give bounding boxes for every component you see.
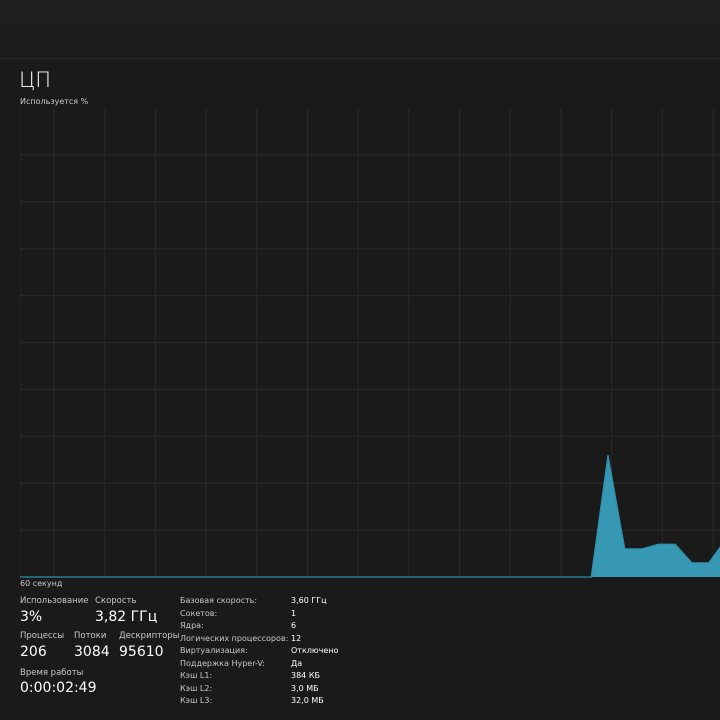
detail-key: Кэш L3: [180, 696, 213, 705]
detail-value: 384 КБ [291, 671, 320, 680]
detail-key: Базовая скорость: [180, 596, 258, 605]
threads-label: Потоки [74, 631, 107, 641]
handles-value: 95610 [119, 644, 164, 660]
graph-x-label: 60 секунд [20, 579, 63, 588]
detail-value: 3,60 ГГц [291, 596, 327, 605]
speed-value: 3,82 ГГц [95, 609, 158, 625]
cpu-usage-graph [20, 108, 720, 578]
threads-value: 3084 [74, 644, 110, 660]
detail-key: Кэш L2: [180, 683, 213, 693]
detail-value: 32,0 МБ [291, 696, 324, 705]
detail-value: 1 [291, 608, 297, 618]
detail-key: Поддержка Hyper-V: [180, 658, 265, 668]
toolbar [0, 23, 720, 59]
page-title: ЦП [19, 68, 52, 92]
speed-label: Скорость [95, 596, 137, 606]
detail-value: 6 [291, 621, 297, 630]
usage-value: 3% [20, 609, 43, 625]
detail-value: 12 [291, 633, 302, 643]
graph-y-label: Используется % [20, 97, 89, 106]
detail-key: Ядра: [180, 621, 204, 630]
processes-value: 206 [20, 644, 47, 660]
detail-value: 3,0 МБ [291, 683, 319, 693]
title-bar [0, 0, 720, 23]
detail-key: Кэш L1: [180, 671, 213, 680]
detail-key: Логических процессоров: [180, 633, 289, 643]
handles-label: Дескрипторы [119, 631, 180, 641]
usage-label: Использование [20, 596, 89, 606]
detail-value: Отключено [291, 646, 339, 655]
detail-key: Сокетов: [180, 608, 218, 618]
detail-value: Да [291, 658, 303, 668]
uptime-value: 0:00:02:49 [20, 680, 97, 696]
processes-label: Процессы [20, 631, 65, 641]
uptime-label: Время работы [20, 668, 84, 678]
detail-key: Виртуализация: [180, 646, 248, 655]
